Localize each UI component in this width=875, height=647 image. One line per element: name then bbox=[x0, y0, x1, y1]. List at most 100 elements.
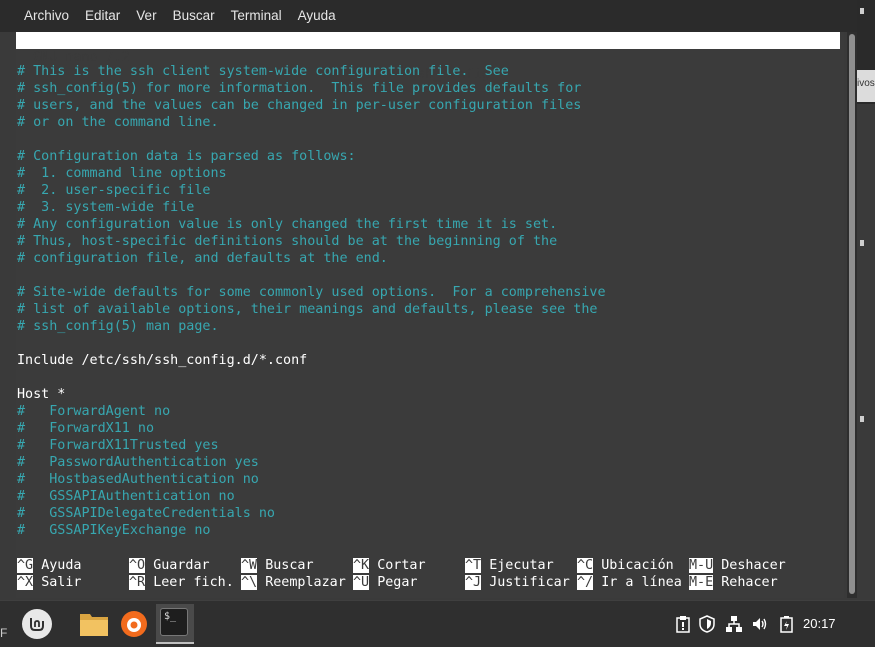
comment-line: # 1. command line options bbox=[17, 166, 227, 181]
terminal-scrollbar[interactable] bbox=[847, 32, 857, 598]
shortcut-label: Buscar bbox=[265, 558, 314, 573]
background-text: ivos bbox=[857, 78, 875, 89]
terminal-window[interactable]: GNU nano 7.2 ssh_config # This is the ss… bbox=[16, 32, 844, 598]
shortcut-ayuda[interactable]: ^G Ayuda bbox=[17, 557, 129, 574]
shortcut-key: ^C bbox=[577, 558, 594, 573]
comment-line: # ssh_config(5) man page. bbox=[17, 319, 219, 334]
shortcut-pegar[interactable]: ^U Pegar bbox=[353, 574, 465, 591]
shortcut-rehacer[interactable]: M-E Rehacer bbox=[689, 574, 801, 591]
comment-line: # Site-wide defaults for some commonly u… bbox=[17, 285, 606, 300]
shortcut-key: ^X bbox=[17, 575, 34, 590]
background-text: F bbox=[0, 626, 8, 640]
firefox-icon[interactable] bbox=[118, 608, 150, 640]
mint-menu-icon[interactable] bbox=[22, 609, 52, 639]
shortcut-salir[interactable]: ^X Salir bbox=[17, 574, 129, 591]
code-line: Include /etc/ssh/ssh_config.d/*.conf bbox=[17, 353, 308, 368]
terminal-icon[interactable]: $_ bbox=[156, 604, 194, 644]
shortcut-bar: ^G Ayuda ^O Guardar ^W Buscar ^K Cortar ^T E… bbox=[17, 557, 801, 591]
clock[interactable]: 20:17 bbox=[803, 616, 836, 631]
files-folder-icon[interactable] bbox=[78, 610, 110, 638]
comment-line: # This is the ssh client system-wide con… bbox=[17, 64, 509, 79]
taskbar: $_ 20:17 bbox=[0, 600, 875, 647]
comment-line: # GSSAPIAuthentication no bbox=[17, 489, 235, 504]
background-mark bbox=[860, 8, 864, 14]
comment-line: # ForwardX11Trusted yes bbox=[17, 438, 219, 453]
comment-line: # ssh_config(5) for more information. Th… bbox=[17, 81, 582, 96]
shortcut-label: Cortar bbox=[377, 558, 426, 573]
nano-title-bar: GNU nano 7.2 ssh_config bbox=[16, 32, 840, 82]
battery-icon[interactable] bbox=[780, 615, 794, 633]
clipboard-icon[interactable] bbox=[676, 615, 690, 633]
shortcut-label: Ejecutar bbox=[489, 558, 554, 573]
shield-icon[interactable] bbox=[699, 615, 715, 633]
comment-line: # users, and the values can be changed i… bbox=[17, 98, 582, 113]
comment-line: # GSSAPIKeyExchange no bbox=[17, 523, 211, 538]
shortcut-ir-a-línea[interactable]: ^/ Ir a línea bbox=[577, 574, 689, 591]
menu-item-ayuda[interactable]: Ayuda bbox=[290, 0, 344, 32]
shortcut-key: ^T bbox=[465, 558, 482, 573]
code-line: Host * bbox=[17, 387, 66, 402]
shortcut-buscar[interactable]: ^W Buscar bbox=[241, 557, 353, 574]
shortcut-row: ^G Ayuda ^O Guardar ^W Buscar ^K Cortar ^T E… bbox=[17, 557, 801, 574]
shortcut-label: Reemplazar bbox=[265, 575, 346, 590]
shortcut-label: Ubicación bbox=[601, 558, 674, 573]
menu-bar: Archivo Editar Ver Buscar Terminal Ayuda bbox=[0, 0, 860, 32]
shortcut-ubicación[interactable]: ^C Ubicación bbox=[577, 557, 689, 574]
shortcut-key: M-E bbox=[689, 575, 714, 590]
shortcut-key: ^G bbox=[17, 558, 34, 573]
comment-line: # Thus, host-specific definitions should… bbox=[17, 234, 558, 249]
comment-line: # ForwardX11 no bbox=[17, 421, 155, 436]
comment-line: # list of available options, their meani… bbox=[17, 302, 598, 317]
comment-line: # GSSAPIDelegateCredentials no bbox=[17, 506, 275, 521]
comment-line: # Configuration data is parsed as follow… bbox=[17, 149, 356, 164]
background-mark bbox=[860, 240, 864, 246]
shortcut-key: ^O bbox=[129, 558, 146, 573]
shortcut-reemplazar[interactable]: ^\ Reemplazar bbox=[241, 574, 353, 591]
shortcut-label: Deshacer bbox=[721, 558, 786, 573]
comment-line: # ForwardAgent no bbox=[17, 404, 171, 419]
shortcut-ejecutar[interactable]: ^T Ejecutar bbox=[465, 557, 577, 574]
shortcut-justificar[interactable]: ^J Justificar bbox=[465, 574, 577, 591]
comment-line: # HostbasedAuthentication no bbox=[17, 472, 259, 487]
shortcut-label: Justificar bbox=[489, 575, 570, 590]
volume-icon[interactable] bbox=[751, 615, 769, 633]
scrollbar-thumb[interactable] bbox=[849, 34, 855, 594]
shortcut-key: ^U bbox=[353, 575, 370, 590]
background-mark bbox=[860, 416, 864, 422]
comment-line: # 3. system-wide file bbox=[17, 200, 195, 215]
comment-line: # 2. user-specific file bbox=[17, 183, 211, 198]
menu-item-terminal[interactable]: Terminal bbox=[223, 0, 290, 32]
shortcut-label: Rehacer bbox=[721, 575, 778, 590]
shortcut-cortar[interactable]: ^K Cortar bbox=[353, 557, 465, 574]
shortcut-label: Salir bbox=[41, 575, 82, 590]
shortcut-label: Ir a línea bbox=[601, 575, 682, 590]
shortcut-key: ^J bbox=[465, 575, 482, 590]
background-window-body bbox=[857, 104, 875, 600]
menu-item-ver[interactable]: Ver bbox=[128, 0, 164, 32]
network-icon[interactable] bbox=[725, 615, 743, 633]
shortcut-leer-fich[interactable]: ^R Leer fich. bbox=[129, 574, 241, 591]
shortcut-key: ^R bbox=[129, 575, 146, 590]
shortcut-label: Ayuda bbox=[41, 558, 82, 573]
menu-item-archivo[interactable]: Archivo bbox=[16, 0, 77, 32]
menu-item-buscar[interactable]: Buscar bbox=[165, 0, 223, 32]
shortcut-label: Leer fich. bbox=[153, 575, 234, 590]
shortcut-key: ^K bbox=[353, 558, 370, 573]
shortcut-row: ^X Salir ^R Leer fich. ^\ Reemplazar ^U Peg… bbox=[17, 574, 801, 591]
shortcut-key: ^W bbox=[241, 558, 258, 573]
comment-line: # or on the command line. bbox=[17, 115, 219, 130]
shortcut-key: ^\ bbox=[241, 575, 258, 590]
comment-line: # configuration file, and defaults at th… bbox=[17, 251, 388, 266]
shortcut-deshacer[interactable]: M-U Deshacer bbox=[689, 557, 801, 574]
comment-line: # PasswordAuthentication yes bbox=[17, 455, 259, 470]
shortcut-guardar[interactable]: ^O Guardar bbox=[129, 557, 241, 574]
comment-line: # Any configuration value is only change… bbox=[17, 217, 558, 232]
menu-item-editar[interactable]: Editar bbox=[77, 0, 128, 32]
shortcut-key: ^/ bbox=[577, 575, 594, 590]
editor-text-area[interactable]: # This is the ssh client system-wide con… bbox=[17, 63, 606, 539]
shortcut-label: Guardar bbox=[153, 558, 210, 573]
